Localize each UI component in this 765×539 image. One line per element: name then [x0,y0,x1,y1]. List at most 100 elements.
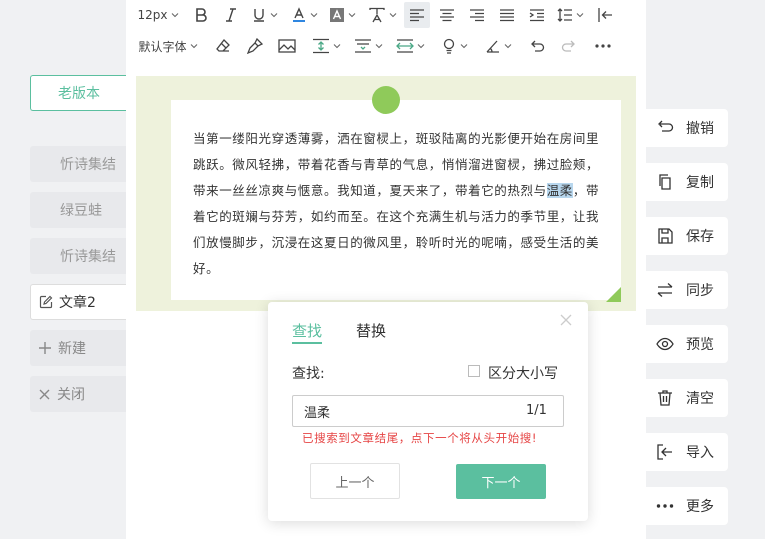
save-label: 保存 [686,229,714,245]
font-family-value: 默认字体 [138,39,187,54]
undo-toolbar-button[interactable] [524,33,550,59]
more-button[interactable]: 更多 [646,487,728,525]
line-height-select[interactable] [552,2,588,28]
search-input[interactable] [292,395,564,427]
article-item-label: 忻诗集结 [60,249,116,265]
text-style-icon [368,7,385,23]
image-icon [278,39,296,53]
article-item-active[interactable]: 文章2 [30,284,130,320]
tab-find[interactable]: 查找 [292,320,323,344]
sync-icon [657,283,673,297]
article-item-label: 忻诗集结 [60,157,116,173]
chevron-down-icon [460,44,467,49]
exit-button[interactable] [592,2,618,28]
import-button[interactable]: 导入 [646,433,728,471]
font-color-select[interactable] [286,2,322,28]
close-icon[interactable] [560,314,572,326]
bold-icon [196,8,207,22]
clear-label: 清空 [686,391,714,407]
align-right-button[interactable] [464,2,490,28]
more-label: 更多 [686,499,714,515]
clear-format-select[interactable] [364,2,400,28]
eraser-icon [216,39,230,52]
previous-button[interactable]: 上一个 [310,463,400,499]
save-button[interactable]: 保存 [646,217,728,255]
toolbar-row-2: 默认字体 [126,31,646,61]
chevron-down-icon [310,13,317,18]
lightbulb-icon [443,38,454,54]
match-count: 1/1 [526,403,547,418]
chevron-down-icon [333,44,340,49]
toolbar-row-1: 12px [126,0,646,30]
case-sensitive-checkbox[interactable] [468,365,480,377]
sync-button[interactable]: 同步 [646,271,728,309]
more-toolbar-button[interactable] [590,33,616,59]
undo-button[interactable]: 撤销 [646,109,728,147]
rotate-select[interactable] [480,33,516,59]
indent-button[interactable] [524,2,550,28]
import-icon [657,444,672,460]
bold-button[interactable] [188,2,214,28]
preview-button[interactable]: 预览 [646,325,728,363]
chevron-down-icon [375,44,382,49]
close-icon [39,389,50,399]
eraser-button[interactable] [210,33,236,59]
font-size-select[interactable]: 12px [134,2,182,28]
save-icon [658,228,673,244]
tab-replace-label: 替换 [356,322,387,340]
article-item-1[interactable]: 忻诗集结 [30,146,130,182]
text-indent-icon [395,39,414,53]
close-article-button[interactable]: 关闭 [30,376,130,412]
paper-pin-decoration [372,86,400,114]
exit-icon [598,8,612,22]
align-center-button[interactable] [434,2,460,28]
text-indent-select[interactable] [392,33,428,59]
indent-icon [529,9,544,22]
underline-icon [253,9,264,22]
chevron-down-icon [389,13,396,18]
case-sensitive-label: 区分大小写 [488,366,558,382]
clear-button[interactable]: 清空 [646,379,728,417]
tab-find-label: 查找 [292,322,323,340]
format-painter-icon [247,38,263,54]
search-end-warning: 已搜索到文章结尾，点下一个将从头开始搜! [302,431,538,445]
copy-icon [659,174,671,190]
paragraph-spacing-select[interactable] [308,33,344,59]
list-style-icon [354,39,371,53]
format-painter-button[interactable] [242,33,268,59]
edit-icon [39,295,53,309]
undo-icon [531,40,545,52]
align-justify-icon [500,9,514,22]
redo-toolbar-button[interactable] [556,33,582,59]
import-label: 导入 [686,445,714,461]
list-style-select[interactable] [350,33,386,59]
close-article-label: 关闭 [57,387,85,403]
align-left-button[interactable] [404,2,430,28]
next-button[interactable]: 下一个 [456,464,546,499]
article-item-2[interactable]: 绿豆蛙 [30,192,130,228]
redo-icon [561,40,575,52]
preview-label: 预览 [686,337,714,353]
insert-image-button[interactable] [274,33,300,59]
sync-label: 同步 [686,283,714,299]
chevron-down-icon [348,13,355,18]
old-version-button[interactable]: 老版本 [30,75,130,111]
article-item-3[interactable]: 忻诗集结 [30,238,130,274]
copy-button[interactable]: 复制 [646,163,728,201]
font-family-select[interactable]: 默认字体 [136,33,200,59]
tab-replace[interactable]: 替换 [356,320,386,344]
paper-sheet[interactable]: 当第一缕阳光穿透薄雾，洒在窗棂上，斑驳陆离的光影便开始在房间里跳跃。微风轻拂，带… [171,100,621,300]
align-justify-button[interactable] [494,2,520,28]
search-highlight: 温柔 [546,183,573,198]
article-text[interactable]: 当第一缕阳光穿透薄雾，洒在窗棂上，斑驳陆离的光影便开始在房间里跳跃。微风轻拂，带… [193,126,603,282]
italic-button[interactable] [218,2,244,28]
background-color-select[interactable] [324,2,360,28]
article-text-before: 当第一缕阳光穿透薄雾，洒在窗棂上，斑驳陆离的光影便开始在房间里跳跃。微风轻拂，带… [193,131,600,198]
underline-select[interactable] [246,2,282,28]
chevron-down-icon [417,44,424,49]
article-item-label: 绿豆蛙 [60,203,102,219]
angle-icon [486,40,499,53]
new-article-button[interactable]: 新建 [30,330,130,366]
align-left-icon [410,9,424,22]
idea-select[interactable] [436,33,472,59]
